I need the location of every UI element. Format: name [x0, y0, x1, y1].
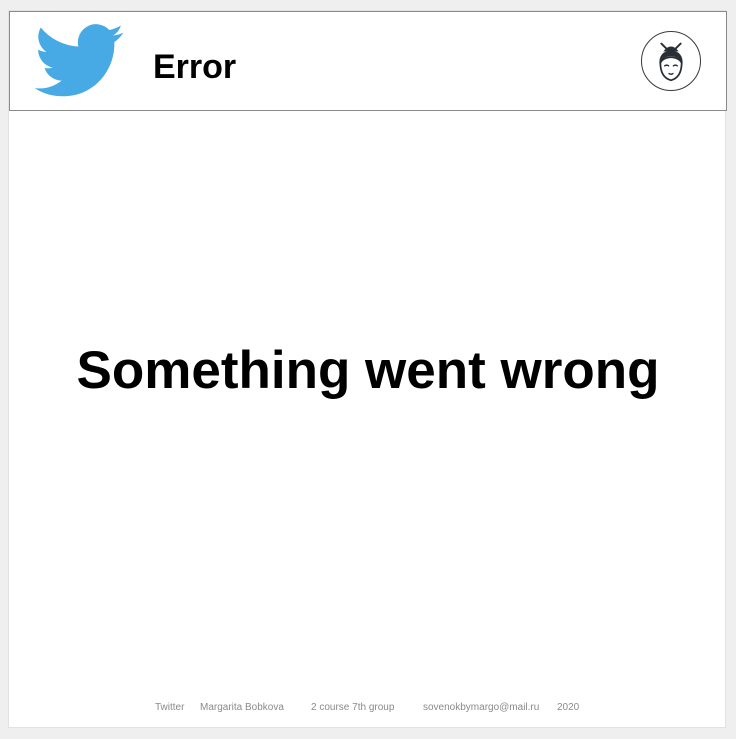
header: Error	[9, 11, 727, 111]
page-frame: Error Something went wrong Twitter Marga…	[8, 10, 727, 728]
footer: Twitter Margarita Bobkova 2 course 7th g…	[9, 701, 727, 717]
twitter-logo-icon[interactable]	[34, 24, 124, 98]
page-title: Error	[153, 48, 237, 86]
avatar[interactable]	[641, 31, 701, 91]
footer-item-twitter: Twitter	[155, 702, 185, 713]
geisha-face-icon	[659, 42, 683, 82]
error-message: Something went wrong	[76, 341, 660, 400]
footer-item-email: sovenokbymargo@mail.ru	[423, 702, 540, 713]
footer-item-group: 2 course 7th group	[311, 702, 395, 713]
footer-item-year: 2020	[557, 702, 580, 713]
footer-item-author: Margarita Bobkova	[200, 702, 284, 713]
main-content: Something went wrong	[9, 111, 727, 691]
